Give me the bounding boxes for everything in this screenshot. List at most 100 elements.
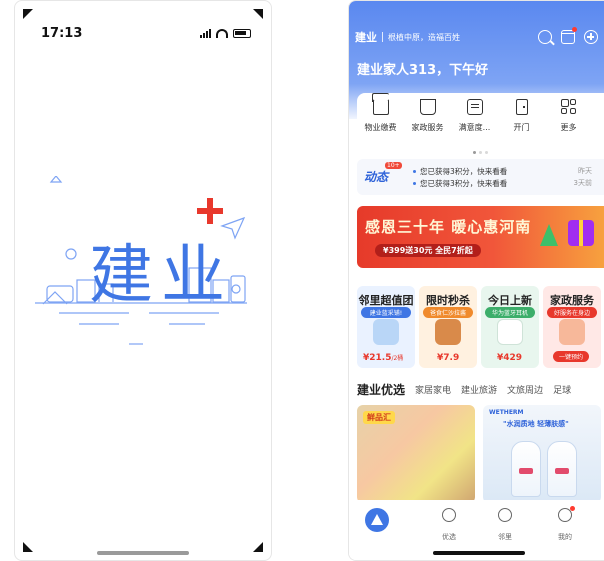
- service-satisfaction-survey[interactable]: 满意度...: [451, 99, 498, 133]
- bottle-image: [511, 441, 541, 497]
- frame-corner: [23, 9, 33, 19]
- news-item[interactable]: 您已获得3积分，快来看看 3天前: [413, 177, 592, 189]
- category-tabs: 建业优选 家居家电 建业旅游 文旅周边 足球: [357, 381, 604, 397]
- service-label: 更多: [560, 123, 577, 132]
- promo-price: ¥21.5/2桶: [363, 353, 404, 363]
- promo-price: ¥7.9: [437, 353, 460, 363]
- promo-subtitle: 爸食仁沙拉酱: [423, 307, 473, 318]
- status-time: 17:13: [41, 25, 83, 41]
- grid-more-icon: [560, 99, 577, 115]
- search-icon[interactable]: [538, 30, 552, 44]
- frame-corner: [253, 542, 263, 552]
- service-label: 满意度...: [458, 123, 491, 132]
- signal-icon: [200, 28, 211, 38]
- service-grid: 物业缴费 家政服务 满意度... 开门 更多: [357, 93, 604, 133]
- splash-illustration: 建业: [29, 175, 259, 356]
- app-home-screen: 建业 根植中原，造福百姓 建业家人313，下午好 物业缴费 家政服务 满意度..…: [348, 0, 604, 561]
- bullet-icon: [413, 169, 416, 173]
- slogan: 根植中原，造福百姓: [388, 32, 460, 42]
- neighbor-icon: [498, 508, 512, 522]
- service-label: 物业缴费: [364, 123, 397, 132]
- promo-subtitle: 华为蓝牙耳机: [485, 307, 535, 318]
- bottom-nav: 优选 邻里 我的: [349, 500, 604, 560]
- status-icons: [200, 28, 251, 38]
- product-card[interactable]: WETHERM "水润质地 轻薄肤感": [483, 405, 601, 503]
- tab-selected[interactable]: 建业优选: [357, 381, 405, 397]
- person-icon: [558, 506, 575, 522]
- promo-title: 邻里超值团: [358, 294, 414, 307]
- nav-home-button[interactable]: [365, 508, 389, 532]
- battery-icon: [233, 28, 251, 38]
- service-housekeeping[interactable]: 家政服务: [404, 99, 451, 133]
- tab-home-appliances[interactable]: 家居家电: [415, 383, 451, 396]
- tab-travel[interactable]: 建业旅游: [461, 383, 497, 396]
- plus-mark-icon: [197, 198, 223, 224]
- broom-icon: [419, 99, 436, 115]
- notification-dot: [570, 506, 575, 511]
- banner-title: 感恩三十年 暖心惠河南: [365, 218, 532, 236]
- news-time: 昨天: [578, 167, 592, 175]
- cleaner-image: [559, 319, 585, 345]
- nav-item-featured[interactable]: 优选: [429, 508, 469, 543]
- gift-box-icon: [568, 220, 594, 246]
- calendar-check-icon[interactable]: [561, 27, 577, 44]
- promo-group-buy[interactable]: 邻里超值团 建业蓝采铺! ¥21.5/2桶: [357, 286, 415, 368]
- product-grid: 鲜品汇 WETHERM "水润质地 轻薄肤感": [357, 405, 604, 503]
- product-card[interactable]: 鲜品汇: [357, 405, 475, 503]
- nav-item-profile[interactable]: 我的: [545, 506, 585, 543]
- promo-title: 限时秒杀: [426, 294, 470, 307]
- earbuds-image: [497, 319, 523, 345]
- notification-dot: [572, 27, 577, 32]
- banner-subtitle: ¥399送30元 全民7折起: [375, 244, 481, 257]
- service-property-fee[interactable]: 物业缴费: [357, 99, 404, 133]
- sauce-jar-image: [435, 319, 461, 345]
- survey-icon: [466, 99, 483, 115]
- splash-screen: 17:13 建业: [14, 0, 272, 561]
- tab-culture-merch[interactable]: 文旅周边: [507, 383, 543, 396]
- door-icon: [515, 99, 528, 115]
- wifi-icon: [216, 28, 228, 38]
- news-time: 3天前: [573, 179, 592, 187]
- book-now-tag[interactable]: 一键预约: [553, 351, 590, 362]
- brand-logo-text: 建业: [89, 239, 233, 313]
- promo-flash-sale[interactable]: 限时秒杀 爸食仁沙拉酱 ¥7.9: [419, 286, 477, 368]
- home-indicator: [97, 551, 189, 555]
- frame-corner: [23, 542, 33, 552]
- promo-housekeeping[interactable]: 家政服务 好服务在身边 一键预约: [543, 286, 601, 368]
- promo-banner[interactable]: 感恩三十年 暖心惠河南 ¥399送30元 全民7折起: [357, 206, 604, 268]
- bullet-icon: [413, 181, 416, 185]
- promo-new-arrivals[interactable]: 今日上新 华为蓝牙耳机 ¥429: [481, 286, 539, 368]
- nav-label: 我的: [558, 533, 572, 541]
- service-label: 开门: [513, 123, 530, 132]
- news-text: 您已获得3积分，快来看看: [420, 166, 508, 176]
- promo-row: 邻里超值团 建业蓝采铺! ¥21.5/2桶 限时秒杀 爸食仁沙拉酱 ¥7.9 今…: [357, 286, 604, 368]
- nav-item-neighbors[interactable]: 邻里: [485, 508, 525, 543]
- add-circle-icon[interactable]: [584, 30, 598, 44]
- app-logo[interactable]: 建业: [355, 29, 377, 45]
- service-card: 物业缴费 家政服务 满意度... 开门 更多: [357, 93, 604, 157]
- water-bottle-image: [373, 319, 399, 345]
- news-ticker[interactable]: 动态 10+ 您已获得3积分，快来看看 昨天 您已获得3积分，快来看看 3天前: [357, 159, 604, 195]
- promo-price: ¥429: [497, 353, 523, 363]
- promo-title: 今日上新: [488, 294, 532, 307]
- status-bar: 17:13: [41, 25, 251, 41]
- promo-title: 家政服务: [550, 294, 594, 307]
- greeting-text: 建业家人313，下午好: [357, 63, 489, 78]
- news-count-badge: 10+: [385, 162, 402, 169]
- pager-dots: [357, 151, 604, 154]
- promo-subtitle: 建业蓝采铺!: [361, 307, 411, 318]
- top-bar: 建业 根植中原，造福百姓: [355, 27, 598, 47]
- cloud-icon: [49, 175, 63, 183]
- news-text: 您已获得3积分，快来看看: [420, 178, 508, 188]
- tab-football[interactable]: 足球: [553, 383, 571, 396]
- news-item[interactable]: 您已获得3积分，快来看看 昨天: [413, 165, 592, 177]
- bottle-image: [547, 441, 577, 497]
- service-more[interactable]: 更多: [545, 99, 592, 133]
- nav-label: 优选: [442, 533, 456, 541]
- news-logo: 动态: [364, 170, 389, 184]
- promo-subtitle: 好服务在身边: [547, 307, 597, 318]
- home-indicator: [433, 551, 525, 555]
- divider: [382, 32, 383, 42]
- product-label: 鲜品汇: [363, 411, 395, 424]
- service-open-door[interactable]: 开门: [498, 99, 545, 133]
